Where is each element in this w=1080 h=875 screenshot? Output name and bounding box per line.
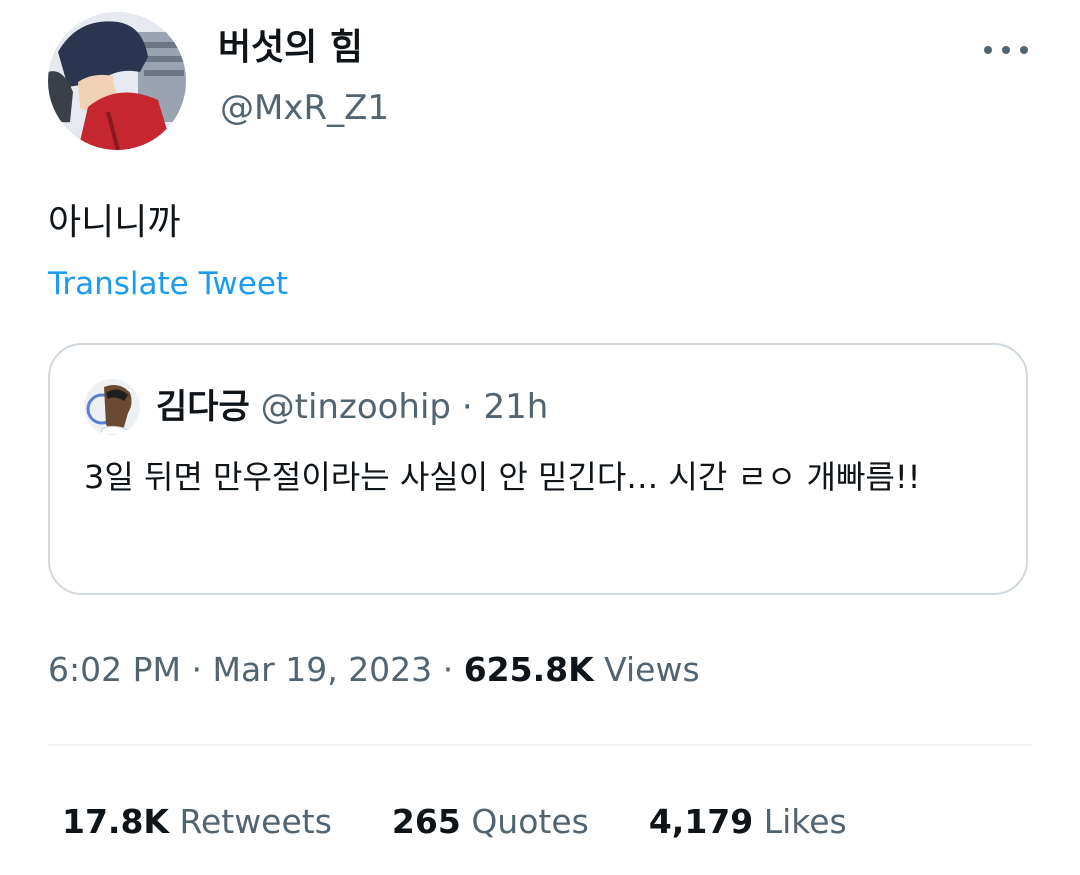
translate-tweet-link[interactable]: Translate Tweet [48, 262, 288, 306]
quoted-avatar-illustration [84, 379, 140, 435]
divider [48, 744, 1032, 746]
meta-separator: · [442, 650, 454, 689]
avatar-illustration [48, 12, 186, 150]
retweets-count: 17.8K [62, 802, 169, 841]
tweet-date[interactable]: Mar 19, 2023 [212, 650, 432, 689]
views-count: 625.8K [463, 650, 594, 689]
quotes-label: Quotes [471, 802, 589, 841]
quoted-avatar[interactable] [84, 379, 140, 435]
author-display-name[interactable]: 버섯의 힘 [218, 24, 363, 72]
quotes-stat[interactable]: 265 Quotes [392, 798, 589, 846]
quoted-tweet-card[interactable]: 김다긍 @tinzoohip · 21h 3일 뒤면 만우절이라는 사실이 안 … [48, 343, 1028, 595]
tweet-text: 아니니까 [48, 202, 181, 243]
quoted-display-name[interactable]: 김다긍 [156, 387, 250, 427]
avatar[interactable] [48, 12, 186, 150]
meta-separator: · [191, 650, 202, 689]
likes-label: Likes [763, 802, 847, 841]
tweet-meta: 6:02 PM · Mar 19, 2023 · 625.8K Views [48, 646, 700, 694]
more-options-button[interactable] [984, 38, 1028, 62]
more-dots-icon [984, 46, 1028, 54]
tweet-time[interactable]: 6:02 PM [48, 650, 181, 689]
likes-count: 4,179 [648, 802, 754, 841]
quoted-header: 김다긍 @tinzoohip · 21h [156, 383, 548, 431]
author-handle[interactable]: @MxR_Z1 [220, 84, 389, 132]
quoted-handle[interactable]: @tinzoohip [261, 387, 451, 427]
retweets-stat[interactable]: 17.8K Retweets [62, 798, 332, 846]
retweets-label: Retweets [179, 802, 332, 841]
quoted-timestamp[interactable]: 21h [483, 387, 548, 427]
quotes-count: 265 [391, 802, 461, 841]
quoted-separator: · [461, 387, 473, 427]
quoted-tweet-text: 3일 뒤면 만우절이라는 사실이 안 믿긴다… 시간 ㄹㅇ 개빠름!! [84, 458, 921, 496]
likes-stat[interactable]: 4,179 Likes [649, 798, 847, 846]
views-label: Views [604, 650, 700, 689]
engagement-stats: 17.8K Retweets 265 Quotes 4,179 Likes [62, 798, 847, 846]
